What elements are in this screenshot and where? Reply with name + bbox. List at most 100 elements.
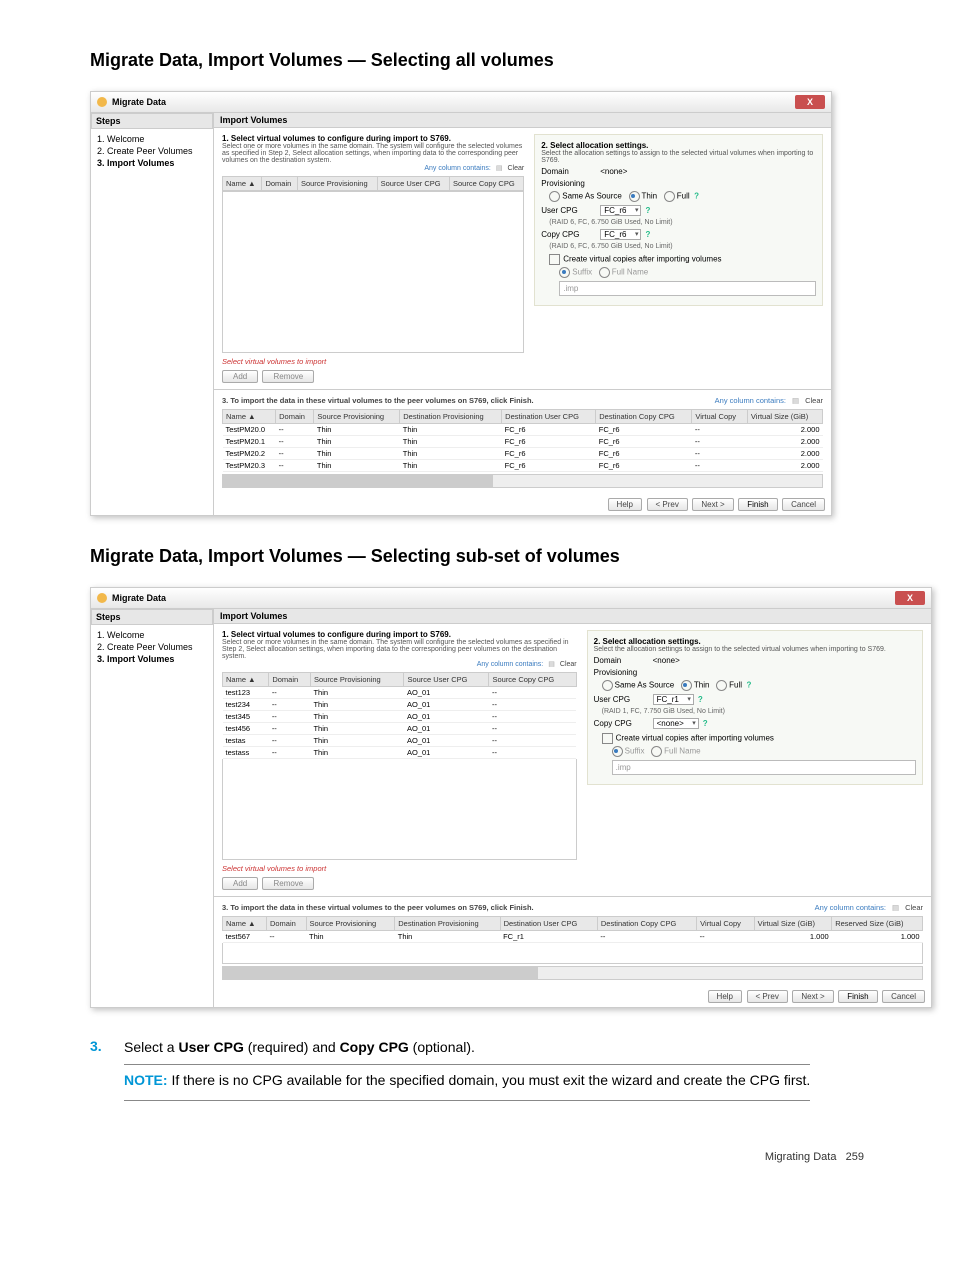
table-row[interactable]: TestPM20.2--ThinThinFC_r6FC_r6--2.000 bbox=[223, 448, 823, 460]
help-icon[interactable]: ? bbox=[645, 230, 650, 239]
c-dccpg[interactable]: Destination Copy CPG bbox=[597, 917, 696, 931]
radio-suffix[interactable] bbox=[559, 267, 570, 278]
scrollbar[interactable] bbox=[222, 474, 823, 488]
cancel-button[interactable]: Cancel bbox=[882, 990, 925, 1003]
col-src-prov[interactable]: Source Provisioning bbox=[310, 673, 403, 687]
help-button[interactable]: Help bbox=[708, 990, 742, 1003]
clear-link-2[interactable]: Clear bbox=[905, 903, 923, 912]
c-rs[interactable]: Reserved Size (GiB) bbox=[832, 917, 923, 931]
table-row[interactable]: TestPM20.0--ThinThinFC_r6FC_r6--2.000 bbox=[223, 424, 823, 436]
table-row[interactable]: test123--ThinAO_01-- bbox=[223, 687, 577, 699]
table-row[interactable]: TestPM20.3--ThinThinFC_r6FC_r6--2.000 bbox=[223, 460, 823, 472]
next-button[interactable]: Next > bbox=[692, 498, 733, 511]
filter-icon[interactable]: ▤ bbox=[892, 903, 899, 912]
checkbox-create-vc[interactable] bbox=[549, 254, 560, 265]
titlebar: Migrate Data X bbox=[91, 92, 831, 113]
radio-full[interactable] bbox=[664, 191, 675, 202]
filter-icon[interactable]: ▤ bbox=[496, 164, 503, 172]
help-icon[interactable]: ? bbox=[746, 681, 751, 690]
radio-same-as-source[interactable] bbox=[602, 680, 613, 691]
opt-fullname: Full Name bbox=[612, 268, 648, 277]
finish-button[interactable]: Finish bbox=[738, 498, 777, 511]
close-icon[interactable]: X bbox=[895, 591, 925, 605]
help-icon[interactable]: ? bbox=[698, 695, 703, 704]
usercpg-dropdown[interactable]: FC_r1 bbox=[653, 694, 694, 705]
prev-button[interactable]: < Prev bbox=[647, 498, 688, 511]
col2-dest-copycpg[interactable]: Destination Copy CPG bbox=[596, 410, 692, 424]
any-column-contains[interactable]: Any column contains: bbox=[424, 165, 491, 172]
table-row[interactable]: test456--ThinAO_01-- bbox=[223, 723, 577, 735]
source-volumes-table: Name ▲ Domain Source Provisioning Source… bbox=[222, 672, 577, 759]
radio-thin[interactable] bbox=[629, 191, 640, 202]
any-column-contains-2[interactable]: Any column contains: bbox=[815, 903, 886, 912]
col2-name[interactable]: Name ▲ bbox=[223, 410, 276, 424]
c-ducpg[interactable]: Destination User CPG bbox=[500, 917, 597, 931]
table-row[interactable]: TestPM20.1--ThinThinFC_r6FC_r6--2.000 bbox=[223, 436, 823, 448]
table-row[interactable]: testas--ThinAO_01-- bbox=[223, 735, 577, 747]
any-column-contains[interactable]: Any column contains: bbox=[477, 661, 544, 668]
usercpg-dropdown[interactable]: FC_r6 bbox=[600, 205, 641, 216]
c-dprov[interactable]: Destination Provisioning bbox=[395, 917, 500, 931]
table-row[interactable]: test567--ThinThinFC_r1----1.0001.000 bbox=[223, 931, 923, 943]
sec1-desc: Select one or more volumes in the same d… bbox=[222, 639, 577, 660]
col2-virt-size[interactable]: Virtual Size (GiB) bbox=[747, 410, 822, 424]
radio-thin[interactable] bbox=[681, 680, 692, 691]
suffix-input[interactable]: .imp bbox=[559, 281, 816, 296]
c-sprov[interactable]: Source Provisioning bbox=[306, 917, 395, 931]
prev-button[interactable]: < Prev bbox=[747, 990, 788, 1003]
panel-header: Import Volumes bbox=[214, 113, 831, 128]
col2-dest-usercpg[interactable]: Destination User CPG bbox=[502, 410, 596, 424]
add-button[interactable]: Add bbox=[222, 370, 258, 383]
c-domain[interactable]: Domain bbox=[266, 917, 306, 931]
col-src-copycpg[interactable]: Source Copy CPG bbox=[449, 177, 523, 191]
help-icon[interactable]: ? bbox=[645, 206, 650, 215]
col-name[interactable]: Name ▲ bbox=[223, 673, 269, 687]
suffix-input[interactable]: .imp bbox=[612, 760, 916, 775]
copycpg-dropdown[interactable]: <none> bbox=[653, 718, 699, 729]
radio-full[interactable] bbox=[716, 680, 727, 691]
col-domain[interactable]: Domain bbox=[269, 673, 311, 687]
c-vs[interactable]: Virtual Size (GiB) bbox=[754, 917, 832, 931]
help-button[interactable]: Help bbox=[608, 498, 642, 511]
clear-link[interactable]: Clear bbox=[560, 661, 577, 668]
c-vc[interactable]: Virtual Copy bbox=[697, 917, 754, 931]
wizard-buttons: Help < Prev Next > Finish Cancel bbox=[214, 494, 831, 515]
col-domain[interactable]: Domain bbox=[262, 177, 297, 191]
col2-dest-prov[interactable]: Destination Provisioning bbox=[400, 410, 502, 424]
help-icon[interactable]: ? bbox=[703, 719, 708, 728]
next-button[interactable]: Next > bbox=[792, 990, 833, 1003]
col-src-prov[interactable]: Source Provisioning bbox=[297, 177, 377, 191]
filter-icon[interactable]: ▤ bbox=[548, 660, 555, 668]
remove-button[interactable]: Remove bbox=[262, 370, 314, 383]
col-src-usercpg[interactable]: Source User CPG bbox=[404, 673, 489, 687]
checkbox-create-vc[interactable] bbox=[602, 733, 613, 744]
radio-same-as-source[interactable] bbox=[549, 191, 560, 202]
any-column-contains-2[interactable]: Any column contains: bbox=[715, 396, 786, 405]
col2-domain[interactable]: Domain bbox=[276, 410, 314, 424]
remove-button[interactable]: Remove bbox=[262, 877, 314, 890]
col2-virt-copy[interactable]: Virtual Copy bbox=[692, 410, 748, 424]
clear-link[interactable]: Clear bbox=[508, 165, 525, 172]
help-icon[interactable]: ? bbox=[694, 192, 699, 201]
col2-src-prov[interactable]: Source Provisioning bbox=[314, 410, 400, 424]
add-button[interactable]: Add bbox=[222, 877, 258, 890]
radio-fullname[interactable] bbox=[599, 267, 610, 278]
step-number: 3. bbox=[90, 1038, 108, 1101]
table-row[interactable]: test345--ThinAO_01-- bbox=[223, 711, 577, 723]
step-body: Select a User CPG (required) and Copy CP… bbox=[124, 1038, 810, 1101]
clear-link-2[interactable]: Clear bbox=[805, 396, 823, 405]
scrollbar[interactable] bbox=[222, 966, 923, 980]
finish-button[interactable]: Finish bbox=[838, 990, 877, 1003]
col-src-usercpg[interactable]: Source User CPG bbox=[377, 177, 449, 191]
cancel-button[interactable]: Cancel bbox=[782, 498, 825, 511]
radio-suffix[interactable] bbox=[612, 746, 623, 757]
radio-fullname[interactable] bbox=[651, 746, 662, 757]
table-row[interactable]: test234--ThinAO_01-- bbox=[223, 699, 577, 711]
close-icon[interactable]: X bbox=[795, 95, 825, 109]
col-name[interactable]: Name ▲ bbox=[223, 177, 262, 191]
col-src-copycpg[interactable]: Source Copy CPG bbox=[489, 673, 576, 687]
table-row[interactable]: testass--ThinAO_01-- bbox=[223, 747, 577, 759]
copycpg-dropdown[interactable]: FC_r6 bbox=[600, 229, 641, 240]
filter-icon[interactable]: ▤ bbox=[792, 396, 799, 405]
c-name[interactable]: Name ▲ bbox=[223, 917, 267, 931]
